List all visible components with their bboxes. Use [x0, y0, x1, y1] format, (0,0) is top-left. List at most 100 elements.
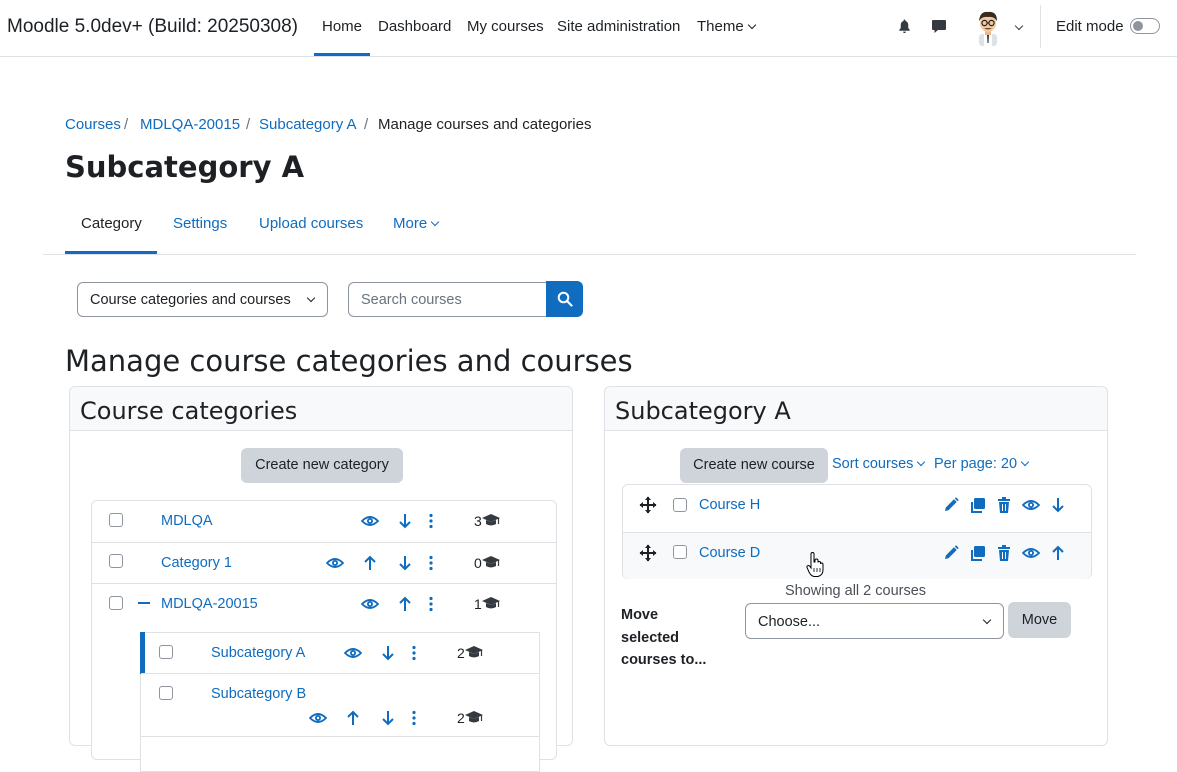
breadcrumb-separator: /: [124, 116, 129, 133]
tab-upload-courses[interactable]: Upload courses: [259, 215, 363, 232]
course-categories-title: Course categories: [80, 397, 298, 425]
secondary-nav-divider: [43, 254, 1136, 255]
category-checkbox[interactable]: [159, 686, 173, 700]
breadcrumb-courses[interactable]: Courses: [65, 116, 121, 133]
nav-site-administration[interactable]: Site administration: [557, 18, 680, 35]
breadcrumb-mdlqa-20015[interactable]: MDLQA-20015: [140, 116, 240, 133]
chevron-down-icon: [306, 293, 316, 303]
navbar-divider: [1040, 5, 1041, 48]
move-handle-icon[interactable]: [639, 496, 657, 514]
category-link[interactable]: MDLQA: [161, 513, 213, 529]
eye-icon[interactable]: [361, 512, 379, 530]
move-handle-icon[interactable]: [639, 544, 657, 562]
chevron-down-icon: [430, 217, 440, 227]
eye-icon[interactable]: [309, 709, 327, 727]
chevron-down-icon: [1020, 457, 1030, 467]
category-link[interactable]: Category 1: [161, 555, 232, 571]
view-mode-select-value: Course categories and courses: [90, 292, 291, 308]
course-count: 2: [457, 645, 465, 661]
courses-panel-header: Subcategory A: [605, 387, 1107, 431]
graduation-cap-icon: [482, 513, 500, 527]
courses-panel-title: Subcategory A: [615, 397, 791, 425]
kebab-menu-icon[interactable]: [405, 709, 423, 727]
arrow-up-icon[interactable]: [361, 554, 379, 572]
copy-icon[interactable]: [969, 544, 987, 562]
trash-icon[interactable]: [995, 496, 1013, 514]
create-new-course-button[interactable]: Create new course: [680, 448, 828, 483]
per-page-dropdown[interactable]: Per page: 20: [934, 456, 1030, 472]
row-divider: [141, 673, 539, 674]
nav-dashboard[interactable]: Dashboard: [378, 18, 451, 35]
category-link[interactable]: Subcategory A: [211, 645, 305, 661]
trash-icon[interactable]: [995, 544, 1013, 562]
category-link[interactable]: MDLQA-20015: [161, 596, 258, 612]
page-title: Subcategory A: [65, 150, 305, 184]
eye-icon[interactable]: [326, 554, 344, 572]
arrow-up-icon[interactable]: [1049, 544, 1067, 562]
top-navbar: Moodle 5.0dev+ (Build: 20250308) Home Da…: [0, 0, 1177, 57]
nav-theme[interactable]: Theme: [697, 18, 756, 35]
collapse-minus-icon[interactable]: [138, 602, 150, 604]
edit-pencil-icon[interactable]: [942, 496, 960, 514]
graduation-cap-icon: [465, 710, 483, 724]
messages-icon[interactable]: [931, 18, 947, 34]
search-input[interactable]: [348, 282, 548, 317]
course-link[interactable]: Course H: [699, 497, 760, 513]
edit-mode-toggle[interactable]: [1130, 18, 1160, 34]
breadcrumb-subcategory-a[interactable]: Subcategory A: [259, 116, 357, 133]
edit-mode-label: Edit mode: [1056, 18, 1124, 35]
create-new-category-button[interactable]: Create new category: [241, 448, 403, 483]
kebab-menu-icon[interactable]: [422, 512, 440, 530]
row-divider: [141, 736, 539, 737]
eye-icon[interactable]: [361, 595, 379, 613]
tab-category[interactable]: Category: [81, 215, 142, 232]
tab-more-label: More: [393, 215, 428, 232]
arrow-down-icon[interactable]: [1049, 496, 1067, 514]
course-count: 1: [474, 596, 482, 612]
copy-icon[interactable]: [969, 496, 987, 514]
category-checkbox[interactable]: [109, 513, 123, 527]
showing-count: Showing all 2 courses: [785, 583, 927, 599]
course-count: 2: [457, 710, 465, 726]
chevron-down-icon: [917, 457, 926, 467]
site-name[interactable]: Moodle 5.0dev+ (Build: 20250308): [7, 16, 298, 38]
user-menu-chevron-icon[interactable]: [1014, 21, 1024, 31]
sort-courses-dropdown[interactable]: Sort courses: [832, 456, 926, 472]
arrow-up-icon[interactable]: [344, 709, 362, 727]
category-checkbox[interactable]: [109, 596, 123, 610]
kebab-menu-icon[interactable]: [405, 644, 423, 662]
arrow-down-icon[interactable]: [379, 709, 397, 727]
view-mode-select[interactable]: Course categories and courses: [77, 282, 328, 317]
move-selected-label: Move selected courses to...: [621, 607, 707, 668]
edit-pencil-icon[interactable]: [942, 544, 960, 562]
category-checkbox[interactable]: [109, 554, 123, 568]
bell-icon[interactable]: [897, 18, 912, 34]
search-button[interactable]: [546, 281, 583, 317]
category-checkbox[interactable]: [159, 645, 173, 659]
eye-icon[interactable]: [344, 644, 362, 662]
kebab-menu-icon[interactable]: [422, 554, 440, 572]
move-target-select[interactable]: Choose...: [745, 603, 1004, 639]
nav-home[interactable]: Home: [322, 18, 362, 35]
user-avatar[interactable]: [972, 8, 1004, 46]
nav-my-courses[interactable]: My courses: [467, 18, 544, 35]
arrow-up-icon[interactable]: [396, 595, 414, 613]
category-link[interactable]: Subcategory B: [211, 686, 306, 702]
course-checkbox[interactable]: [673, 545, 687, 559]
nav-home-active-indicator: [314, 53, 370, 56]
tab-more[interactable]: More: [393, 215, 440, 232]
course-link[interactable]: Course D: [699, 545, 760, 561]
move-button[interactable]: Move: [1008, 602, 1071, 638]
hand-cursor-icon: [806, 552, 824, 577]
arrow-down-icon[interactable]: [396, 554, 414, 572]
course-checkbox[interactable]: [673, 498, 687, 512]
eye-icon[interactable]: [1022, 544, 1040, 562]
arrow-down-icon[interactable]: [379, 644, 397, 662]
courses-panel: Subcategory A Create new course Sort cou…: [604, 386, 1108, 746]
arrow-down-icon[interactable]: [396, 512, 414, 530]
eye-icon[interactable]: [1022, 496, 1040, 514]
chevron-down-icon: [747, 20, 756, 30]
tab-settings[interactable]: Settings: [173, 215, 227, 232]
category-list: MDLQA 3 Category 1 0 MDLQA-20015 1 Subca…: [91, 500, 557, 772]
kebab-menu-icon[interactable]: [422, 595, 440, 613]
